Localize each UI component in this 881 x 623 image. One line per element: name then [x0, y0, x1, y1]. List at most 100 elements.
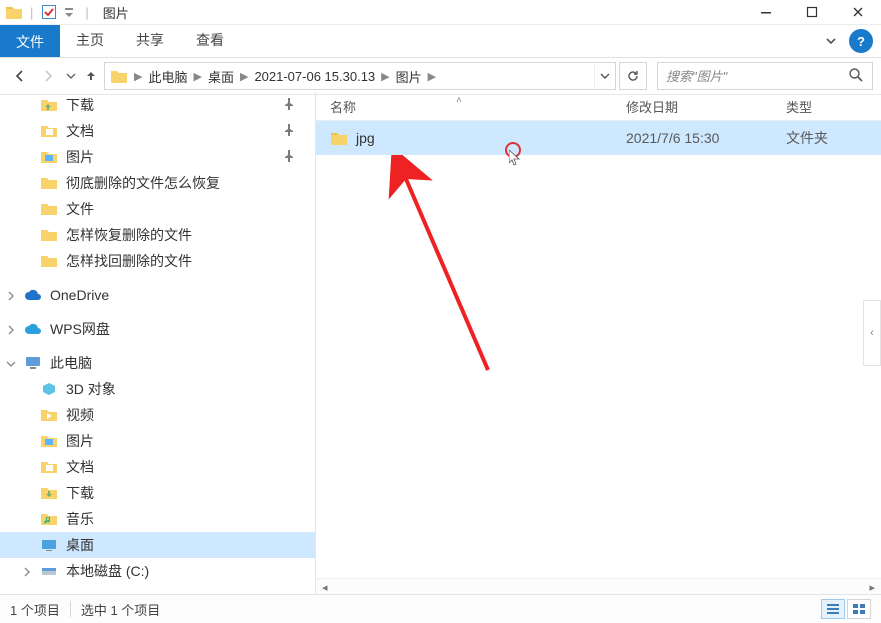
tree-item[interactable]: 怎样找回删除的文件	[0, 248, 315, 274]
search-icon[interactable]	[848, 67, 866, 85]
tree-item[interactable]: 怎样恢复删除的文件	[0, 222, 315, 248]
video-icon	[40, 406, 58, 424]
tab-file[interactable]: 文件	[0, 25, 60, 57]
tab-home[interactable]: 主页	[60, 23, 120, 57]
view-thumbnails-button[interactable]	[847, 599, 871, 619]
chevron-down-icon[interactable]	[6, 356, 20, 370]
preview-pane-toggle[interactable]: ‹	[863, 300, 881, 366]
column-header-type[interactable]: 类型	[786, 97, 881, 116]
chevron-right-icon[interactable]: ▶	[238, 70, 250, 83]
chevron-right-icon[interactable]: ▶	[426, 70, 438, 83]
up-button[interactable]	[82, 64, 100, 88]
crumb-desktop[interactable]: 桌面	[204, 67, 238, 86]
sort-asc-icon: ˄	[456, 95, 462, 106]
tree-item-pictures[interactable]: 图片	[0, 144, 315, 170]
chevron-right-icon[interactable]: ▶	[191, 70, 203, 83]
chevron-right-icon[interactable]: ▶	[132, 70, 144, 83]
scroll-right-icon[interactable]: ▸	[869, 581, 875, 594]
tree-label: 文件	[66, 199, 94, 219]
forward-button[interactable]	[36, 64, 60, 88]
folder-icon	[40, 96, 58, 114]
tree-item[interactable]: 音乐	[0, 506, 315, 532]
close-button[interactable]	[835, 0, 881, 24]
window-title: 图片	[103, 3, 129, 22]
column-header-row: 名称 ˄ 修改日期 类型	[316, 92, 881, 121]
tree-item-documents[interactable]: 文档	[0, 118, 315, 144]
separator: |	[81, 5, 92, 20]
drive-icon	[40, 562, 58, 580]
window-controls	[743, 0, 881, 24]
pictures-icon	[40, 432, 58, 450]
folder-icon	[108, 65, 130, 87]
crumb-thispc[interactable]: 此电脑	[144, 67, 191, 86]
status-selected-count: 选中 1 个项目	[81, 600, 160, 619]
tree-item[interactable]: 图片	[0, 428, 315, 454]
folder-icon	[40, 226, 58, 244]
cell-date: 2021/7/6 15:30	[626, 130, 786, 146]
tree-label: 彻底删除的文件怎么恢复	[66, 173, 220, 193]
breadcrumb-dropdown-icon[interactable]	[594, 64, 615, 88]
tree-item[interactable]: 彻底删除的文件怎么恢复	[0, 170, 315, 196]
help-button[interactable]: ?	[849, 29, 873, 53]
horizontal-scrollbar[interactable]: ◂ ▸	[316, 578, 881, 595]
column-header-label: 名称	[330, 100, 356, 115]
crumb-folder2[interactable]: 图片	[392, 67, 426, 86]
list-item[interactable]: jpg 2021/7/6 15:30 文件夹	[316, 121, 881, 155]
folder-icon	[40, 174, 58, 192]
breadcrumb[interactable]: ▶ 此电脑 ▶ 桌面 ▶ 2021-07-06 15.30.13 ▶ 图片 ▶	[104, 62, 616, 90]
tree-item[interactable]: 视频	[0, 402, 315, 428]
tree-label: 图片	[66, 431, 94, 451]
column-header-name[interactable]: 名称 ˄	[330, 97, 626, 116]
minimize-button[interactable]	[743, 0, 789, 24]
tree-label: 此电脑	[50, 353, 92, 373]
tree-label: 怎样恢复删除的文件	[66, 225, 192, 245]
recent-locations-dropdown[interactable]	[64, 64, 78, 88]
chevron-right-icon[interactable]	[22, 564, 36, 578]
maximize-button[interactable]	[789, 0, 835, 24]
ribbon: 文件 主页 共享 查看 ?	[0, 25, 881, 58]
computer-icon	[24, 354, 42, 372]
back-button[interactable]	[8, 64, 32, 88]
separator	[70, 601, 71, 617]
main-split: 下载 文档 图片 彻底删除的文件怎么恢复 文件 怎样恢复删除的文件 怎样找回删除…	[0, 92, 881, 595]
tree-item[interactable]: 3D 对象	[0, 376, 315, 402]
tree-item[interactable]: 下载	[0, 480, 315, 506]
music-icon	[40, 510, 58, 528]
tree-label: 音乐	[66, 509, 94, 529]
tree-item[interactable]: 文档	[0, 454, 315, 480]
folder-icon	[330, 129, 348, 147]
search-box[interactable]	[657, 62, 873, 90]
cell-type: 文件夹	[786, 128, 881, 148]
tab-view[interactable]: 查看	[180, 23, 240, 57]
chevron-right-icon[interactable]: ▶	[379, 70, 391, 83]
view-details-button[interactable]	[821, 599, 845, 619]
chevron-right-icon[interactable]	[6, 322, 20, 336]
tree-item-wps[interactable]: WPS网盘	[0, 316, 315, 342]
tree-item-thispc[interactable]: 此电脑	[0, 350, 315, 376]
tree-item-desktop[interactable]: 桌面	[0, 532, 315, 558]
folder-icon	[40, 148, 58, 166]
ribbon-collapse-icon[interactable]	[813, 25, 849, 57]
search-input[interactable]	[658, 68, 872, 85]
chevron-right-icon[interactable]	[6, 288, 20, 302]
crumb-folder1[interactable]: 2021-07-06 15.30.13	[250, 69, 379, 84]
navigation-pane[interactable]: 下载 文档 图片 彻底删除的文件怎么恢复 文件 怎样恢复删除的文件 怎样找回删除…	[0, 92, 316, 595]
qat-dropdown-icon[interactable]	[61, 4, 77, 20]
documents-icon	[40, 458, 58, 476]
tree-label: 桌面	[66, 535, 94, 555]
cloud-icon	[24, 320, 42, 338]
tab-share[interactable]: 共享	[120, 23, 180, 57]
tree-item[interactable]: 本地磁盘 (C:)	[0, 558, 315, 584]
quick-access-toolbar: | |	[0, 4, 93, 20]
tree-item-onedrive[interactable]: OneDrive	[0, 282, 315, 308]
checkbox-icon[interactable]	[41, 4, 57, 20]
column-header-label: 修改日期	[626, 100, 678, 115]
tree-item[interactable]: 文件	[0, 196, 315, 222]
refresh-button[interactable]	[619, 62, 647, 90]
column-header-date[interactable]: 修改日期	[626, 97, 786, 116]
tree-item-downloads[interactable]: 下载	[0, 92, 315, 118]
tree-label: 图片	[66, 147, 94, 167]
tree-label: 视频	[66, 405, 94, 425]
tree-label: 文档	[66, 121, 94, 141]
scroll-left-icon[interactable]: ◂	[322, 581, 328, 594]
